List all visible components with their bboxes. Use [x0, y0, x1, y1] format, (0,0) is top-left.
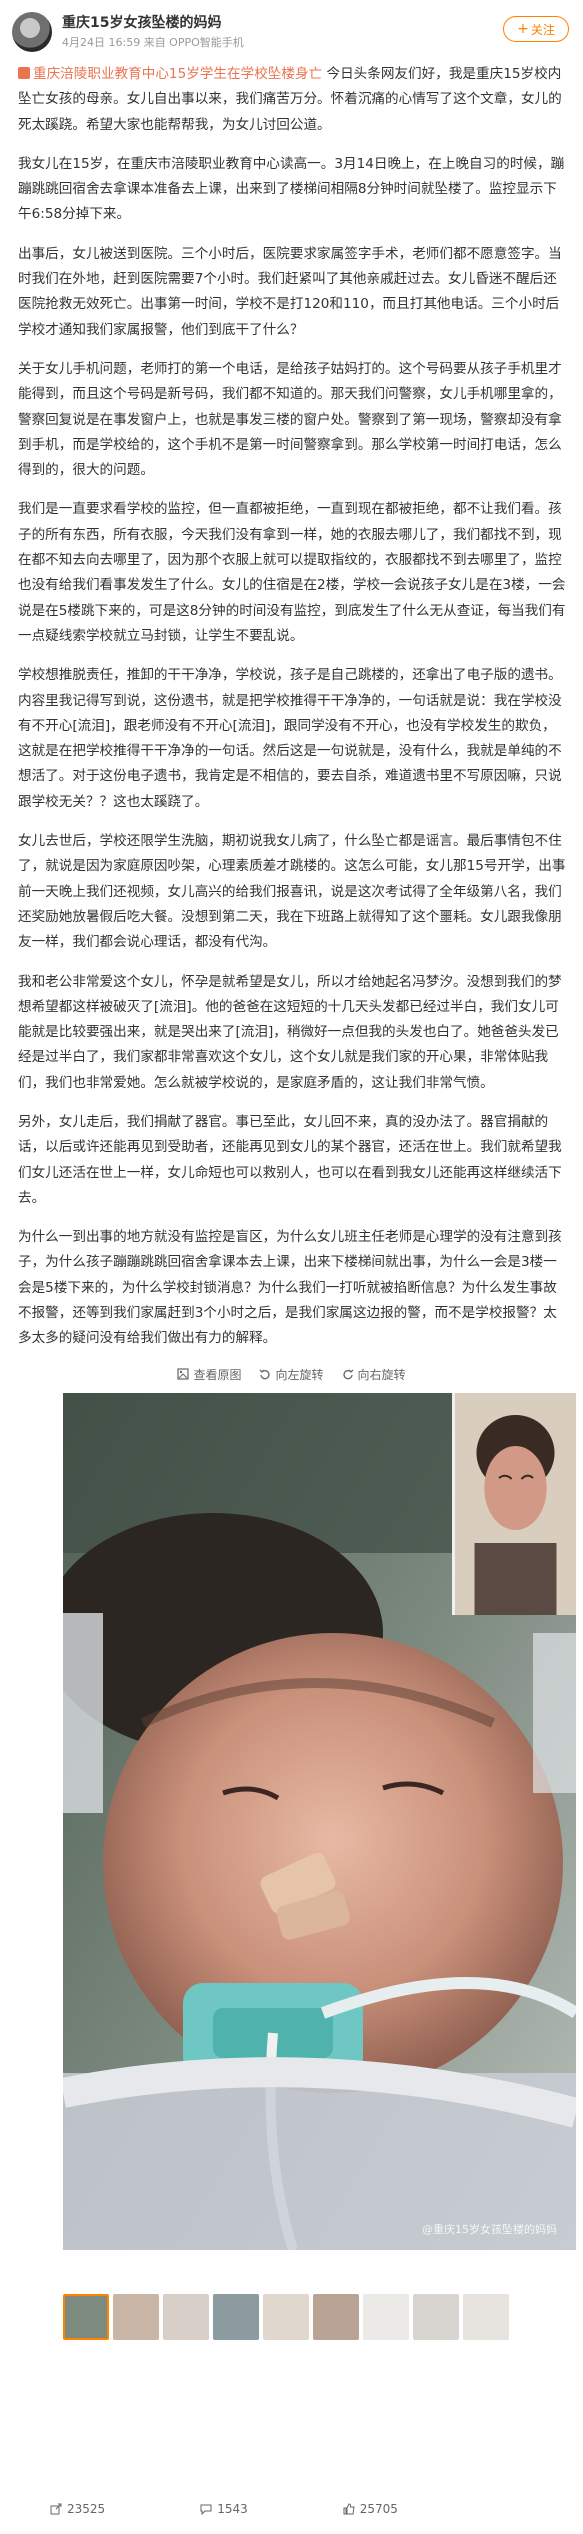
thumbnail[interactable]	[263, 2294, 309, 2340]
paragraph: 另外，女儿走后，我们捐献了器官。事已至此，女儿回不来，真的没办法了。器官捐献的话…	[18, 1113, 562, 1206]
rotate-right-label: 向右旋转	[357, 1367, 406, 1382]
plus-icon: +	[517, 21, 529, 37]
paragraph: 出事后，女儿被送到医院。三个小时后，医院要求家属签字手术，老师们都不愿意签字。当…	[18, 245, 562, 338]
view-original-label: 查看原图	[193, 1367, 242, 1382]
share-count: 23525	[67, 2502, 106, 2516]
view-original-icon	[177, 1368, 190, 1380]
thumbnail[interactable]	[413, 2294, 459, 2340]
paragraph: 关于女儿手机问题，老师打的第一个电话，是给孩子姑妈打的。这个号码要从孩子手机里才…	[18, 360, 562, 479]
paragraph: 为什么一到出事的地方就没有监控是盲区，为什么女儿班主任老师是心理学的没有注意到孩…	[18, 1229, 562, 1347]
follow-button[interactable]: + 关注	[503, 16, 569, 42]
thumbnail[interactable]	[213, 2294, 259, 2340]
rotate-right-icon	[342, 1369, 353, 1380]
mother-portrait	[455, 1393, 576, 1615]
paragraph: 我和老公非常爱这个女儿，怀孕是就希望是女儿，所以才给她起名冯梦汐。没想到我们的梦…	[18, 973, 562, 1091]
thumbnail[interactable]	[113, 2294, 159, 2340]
post-photo[interactable]: @重庆15岁女孩坠楼的妈妈	[63, 1393, 576, 2250]
thumbnail[interactable]	[363, 2294, 409, 2340]
share-button[interactable]: 23525	[50, 2502, 105, 2516]
comment-icon	[200, 2504, 212, 2515]
author-name[interactable]: 重庆15岁女孩坠楼的妈妈	[62, 12, 221, 32]
like-count: 25705	[359, 2502, 398, 2516]
video-call-inset	[452, 1393, 576, 1615]
photo-watermark: @重庆15岁女孩坠楼的妈妈	[422, 2223, 557, 2236]
rotate-left-label: 向左旋转	[275, 1367, 324, 1382]
thumbnail-strip	[63, 2294, 576, 2343]
rotate-left-button[interactable]: 向左旋转	[259, 1360, 324, 1388]
post-body: 重庆涪陵职业教育中心15岁学生在学校坠楼身亡 今日头条网友们好，我是重庆15岁校…	[18, 62, 568, 1366]
paragraph: 女儿去世后，学校还限学生洗脑，期初说我女儿病了，什么坠亡都是谣言。最后事情包不住…	[18, 833, 566, 951]
post-footer: 23525 1543 25705	[0, 2495, 583, 2523]
image-toolbar: 查看原图 向左旋转 向右旋转	[0, 1360, 583, 1388]
share-icon	[50, 2503, 62, 2515]
post-meta: 4月24日 16:59 来自 OPPO智能手机	[62, 36, 244, 49]
post-header: 重庆15岁女孩坠楼的妈妈 4月24日 16:59 来自 OPPO智能手机 + 关…	[0, 0, 583, 56]
thumbnail[interactable]	[163, 2294, 209, 2340]
thumbnail[interactable]	[313, 2294, 359, 2340]
like-button[interactable]: 25705	[343, 2502, 398, 2516]
paragraph: 我女儿在15岁，在重庆市涪陵职业教育中心读高一。3月14日晚上，在上晚自习的时候…	[18, 155, 565, 223]
paragraph: 学校想推脱责任，推卸的干干净净，学校说，孩子是自己跳楼的，还拿出了电子版的遗书。…	[18, 667, 562, 810]
thumbs-up-icon	[343, 2503, 355, 2515]
thumbnail[interactable]	[63, 2294, 109, 2340]
rotate-left-icon	[260, 1369, 271, 1380]
topic-icon	[18, 67, 30, 79]
comment-button[interactable]: 1543	[200, 2502, 248, 2516]
paragraph: 我们是一直要求看学校的监控，但一直都被拒绝，一直到现在都被拒绝，都不让我们看。孩…	[18, 501, 566, 644]
view-original-button[interactable]: 查看原图	[177, 1360, 241, 1388]
avatar[interactable]	[12, 12, 52, 52]
rotate-right-button[interactable]: 向右旋转	[342, 1360, 406, 1388]
topic-link[interactable]: 重庆涪陵职业教育中心15岁学生在学校坠楼身亡	[18, 66, 322, 82]
thumbnail[interactable]	[463, 2294, 509, 2340]
comment-count: 1543	[217, 2502, 248, 2516]
follow-label: 关注	[530, 22, 555, 37]
paragraph: 重庆涪陵职业教育中心15岁学生在学校坠楼身亡 今日头条网友们好，我是重庆15岁校…	[18, 66, 562, 133]
